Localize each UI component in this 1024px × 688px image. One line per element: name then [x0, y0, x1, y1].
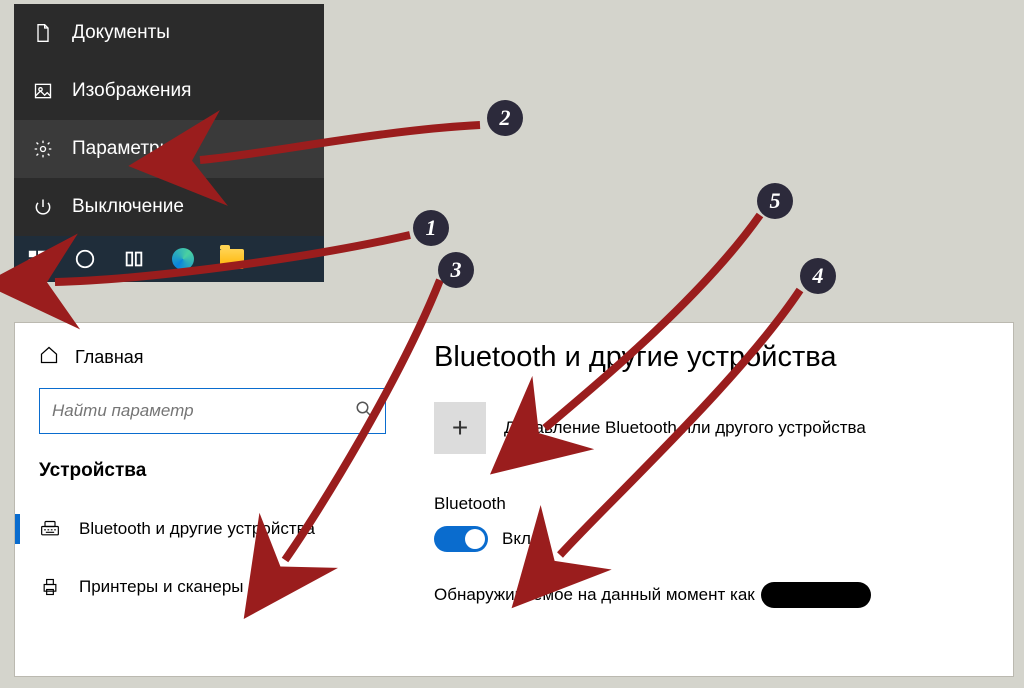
discoverable-text: Обнаруживаемое на данный момент как [434, 585, 755, 605]
annotation-badge-1: 1 [413, 210, 449, 246]
startmenu-item-label: Выключение [72, 196, 184, 218]
keyboard-icon [39, 518, 61, 540]
settings-window: Главная Устройства Bluetooth и другие ус… [14, 322, 1014, 677]
taskbar-edge-icon[interactable] [160, 236, 205, 282]
startmenu-item-power[interactable]: Выключение [14, 178, 324, 236]
start-menu-panel: Документы Изображения Параметры Выключен… [14, 4, 324, 282]
settings-search-box[interactable] [39, 388, 386, 434]
nav-printers-scanners[interactable]: Принтеры и сканеры [39, 566, 386, 608]
nav-item-label: Принтеры и сканеры [79, 577, 244, 597]
settings-section-title: Устройства [39, 460, 386, 482]
add-device-label: Добавление Bluetooth или другого устройс… [504, 418, 866, 438]
taskbar-taskview-icon[interactable] [111, 236, 156, 282]
startmenu-item-label: Документы [72, 22, 170, 44]
image-icon [32, 80, 54, 102]
annotation-badge-4: 4 [800, 258, 836, 294]
annotation-badge-2: 2 [487, 100, 523, 136]
settings-home-link[interactable]: Главная [39, 345, 386, 370]
page-title: Bluetooth и другие устройства [434, 341, 989, 374]
nav-item-label: Bluetooth и другие устройства [79, 519, 315, 539]
bluetooth-toggle[interactable] [434, 526, 488, 552]
power-icon [32, 196, 54, 218]
settings-content: Bluetooth и другие устройства + Добавлен… [410, 323, 1013, 676]
settings-sidebar: Главная Устройства Bluetooth и другие ус… [15, 323, 410, 676]
settings-search-input[interactable] [52, 401, 352, 421]
startmenu-item-settings[interactable]: Параметры [14, 120, 324, 178]
plus-icon: + [452, 412, 468, 444]
home-icon [39, 345, 59, 370]
startmenu-item-label: Изображения [72, 80, 191, 102]
start-button[interactable] [18, 236, 58, 282]
document-icon [32, 22, 54, 44]
search-icon [355, 400, 373, 423]
settings-home-label: Главная [75, 347, 144, 368]
annotation-badge-3: 3 [438, 252, 474, 288]
redacted-device-name [761, 582, 871, 608]
bluetooth-toggle-state: Вкл. [502, 529, 536, 549]
annotation-badge-5: 5 [757, 183, 793, 219]
startmenu-item-pictures[interactable]: Изображения [14, 62, 324, 120]
taskbar [14, 236, 324, 282]
startmenu-item-documents[interactable]: Документы [14, 4, 324, 62]
nav-bluetooth-devices[interactable]: Bluetooth и другие устройства [39, 508, 386, 550]
gear-icon [32, 138, 54, 160]
add-device-button[interactable]: + [434, 402, 486, 454]
bluetooth-section-label: Bluetooth [434, 494, 989, 514]
printer-icon [39, 576, 61, 598]
startmenu-item-label: Параметры [72, 138, 173, 160]
taskbar-explorer-icon[interactable] [209, 236, 254, 282]
taskbar-cortana-icon[interactable] [62, 236, 107, 282]
